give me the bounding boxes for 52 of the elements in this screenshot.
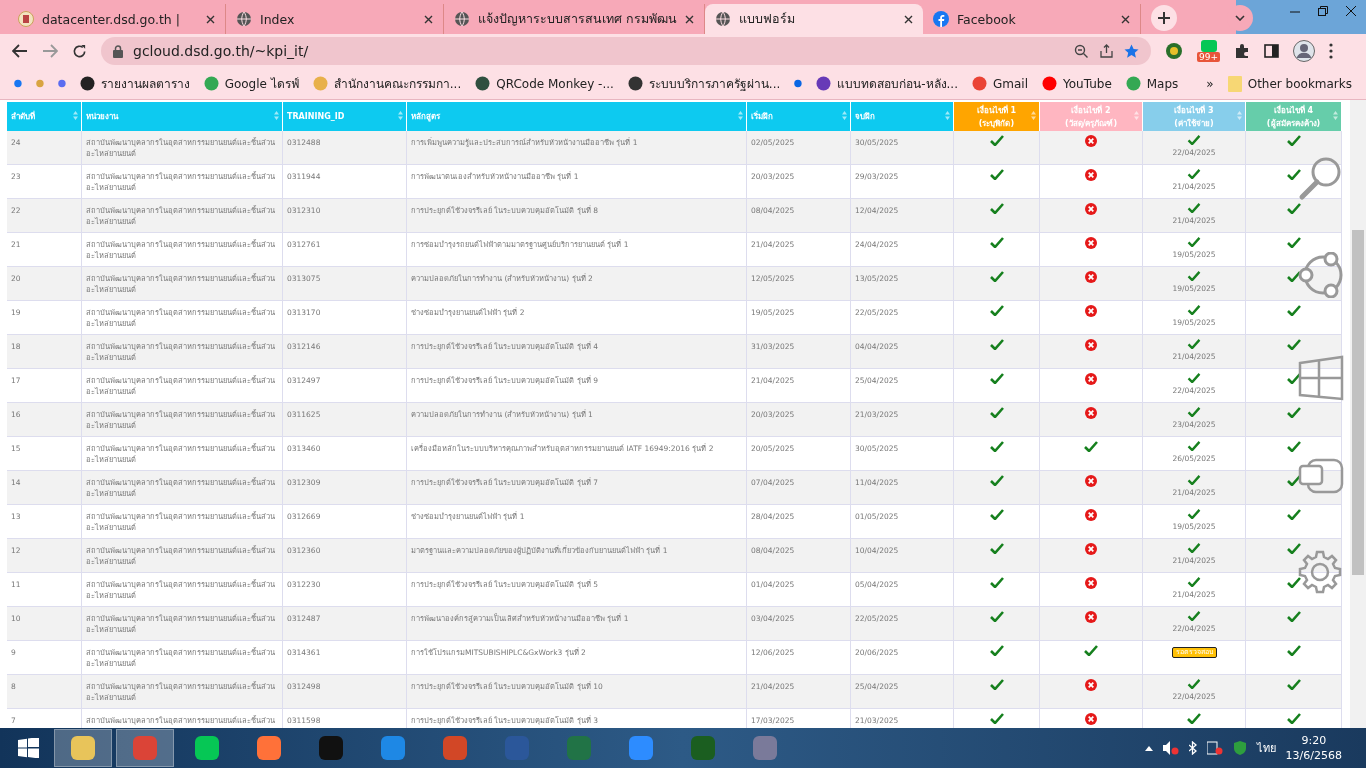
bookmark[interactable]: Google ไดรฟ์ [203, 74, 299, 93]
bookmark[interactable]: รายงานผลตาราง [79, 74, 190, 93]
folder-icon [1227, 75, 1242, 92]
avatar-icon[interactable] [1293, 40, 1315, 62]
notification-badge: 99+ [1197, 52, 1220, 62]
chevron-up-icon[interactable] [1144, 745, 1153, 751]
star-icon[interactable] [1124, 43, 1139, 59]
bookmark[interactable]: ระบบบริการภาครัฐผ่าน... [627, 74, 781, 93]
menu-icon[interactable] [1329, 43, 1333, 59]
other-bookmarks[interactable]: Other bookmarks [1227, 75, 1352, 92]
close-icon[interactable] [685, 14, 694, 24]
close-icon[interactable] [904, 14, 913, 24]
speaker-muted-icon[interactable] [1162, 741, 1179, 755]
browser-tab[interactable]: แบบฟอร์ม [705, 4, 923, 34]
windows-icon[interactable] [1298, 355, 1344, 401]
forward-icon[interactable] [42, 44, 58, 58]
more-bookmarks-button[interactable]: » [1206, 76, 1214, 91]
facebook-icon [933, 11, 949, 27]
close-icon[interactable] [1346, 6, 1356, 16]
emblem-icon [18, 11, 34, 27]
back-icon[interactable] [12, 44, 28, 58]
restore-icon[interactable] [1318, 6, 1328, 16]
close-icon[interactable] [1121, 14, 1130, 24]
bookmark[interactable]: แบบทดสอบก่อน-หลัง... [816, 74, 958, 93]
clock[interactable]: 9:20 13/6/2568 [1285, 733, 1342, 763]
lock-icon [113, 44, 123, 58]
new-tab-button[interactable] [1151, 5, 1177, 31]
reload-icon[interactable] [72, 43, 87, 59]
gear-icon[interactable] [1298, 550, 1342, 594]
bookmark[interactable]: YouTube [1041, 76, 1112, 91]
share-icon[interactable] [1099, 43, 1114, 59]
chat-icon[interactable] [1200, 40, 1217, 52]
zoom-out-icon[interactable] [1074, 43, 1089, 59]
bookmark[interactable]: Maps [1125, 76, 1179, 91]
address-bar[interactable]: gcloud.dsd.go.th/~kpi_it/ [101, 37, 1151, 65]
bookmark[interactable]: Gmail [971, 76, 1028, 91]
sort-icon[interactable] [1333, 111, 1338, 120]
bookmark[interactable]: QRCode Monkey -... [475, 76, 614, 91]
bluetooth-icon[interactable] [1188, 741, 1197, 755]
language-indicator[interactable]: ไทย [1256, 739, 1276, 757]
network-error-icon[interactable] [1206, 741, 1223, 755]
window-switch-icon[interactable] [1298, 458, 1344, 494]
chevron-down-icon [1235, 15, 1245, 21]
close-icon[interactable] [424, 14, 433, 24]
scrollbar[interactable] [1350, 100, 1366, 728]
sort-icon[interactable] [1031, 111, 1036, 120]
shield-icon[interactable] [1232, 741, 1247, 755]
close-icon[interactable] [206, 14, 215, 24]
puzzle-icon[interactable] [1234, 43, 1250, 59]
plus-icon [1158, 12, 1170, 24]
sidebar-icon[interactable] [1264, 44, 1279, 58]
bookmark[interactable]: สำนักงานคณะกรรมกา... [312, 74, 462, 93]
